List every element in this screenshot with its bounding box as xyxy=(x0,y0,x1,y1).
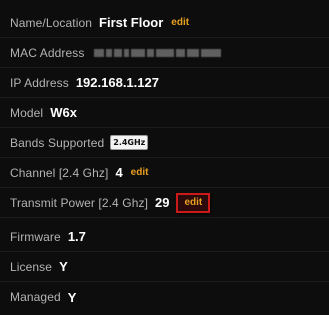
license-label: License xyxy=(10,259,53,274)
row-name-location: Name/Location First Floor edit xyxy=(0,8,329,38)
managed-label: Managed xyxy=(10,290,61,304)
row-channel: Channel [2.4 Ghz] 4 edit xyxy=(0,158,329,188)
name-location-label: Name/Location xyxy=(10,15,93,30)
firmware-label: Firmware xyxy=(10,229,61,244)
mac-address-label: MAC Address xyxy=(10,45,85,60)
band-2-4ghz-badge: 2.4GHz xyxy=(110,135,149,150)
license-value: Y xyxy=(59,259,68,274)
model-label: Model xyxy=(10,105,44,120)
edit-name-link[interactable]: edit xyxy=(171,17,189,28)
edit-transmit-power-highlight[interactable]: edit xyxy=(176,192,211,213)
row-firmware: Firmware 1.7 xyxy=(0,222,329,252)
mac-address-redacted xyxy=(94,47,222,59)
row-bands-supported: Bands Supported 2.4GHz xyxy=(0,128,329,158)
ip-address-value: 192.168.1.127 xyxy=(75,75,159,90)
device-details-panel: Name/Location First Floor edit MAC Addre… xyxy=(0,0,329,315)
channel-label: Channel [2.4 Ghz] xyxy=(10,165,109,180)
row-model: Model W6x xyxy=(0,98,329,128)
edit-transmit-power-link[interactable]: edit xyxy=(184,197,202,208)
edit-channel-link[interactable]: edit xyxy=(131,167,149,178)
name-location-value: First Floor xyxy=(99,15,164,30)
managed-value: Y xyxy=(67,289,77,305)
bands-supported-label: Bands Supported xyxy=(10,135,105,150)
ip-address-label: IP Address xyxy=(10,75,69,90)
model-value: W6x xyxy=(50,105,77,120)
channel-value: 4 xyxy=(115,165,123,180)
row-managed: Managed Y xyxy=(0,282,329,312)
transmit-power-label: Transmit Power [2.4 Ghz] xyxy=(10,195,148,210)
row-mac-address: MAC Address xyxy=(0,38,329,68)
row-transmit-power: Transmit Power [2.4 Ghz] 29 edit xyxy=(0,188,329,218)
firmware-value: 1.7 xyxy=(67,229,86,244)
transmit-power-value: 29 xyxy=(155,195,170,210)
row-ip-address: IP Address 192.168.1.127 xyxy=(0,68,329,98)
row-license: License Y xyxy=(0,252,329,282)
